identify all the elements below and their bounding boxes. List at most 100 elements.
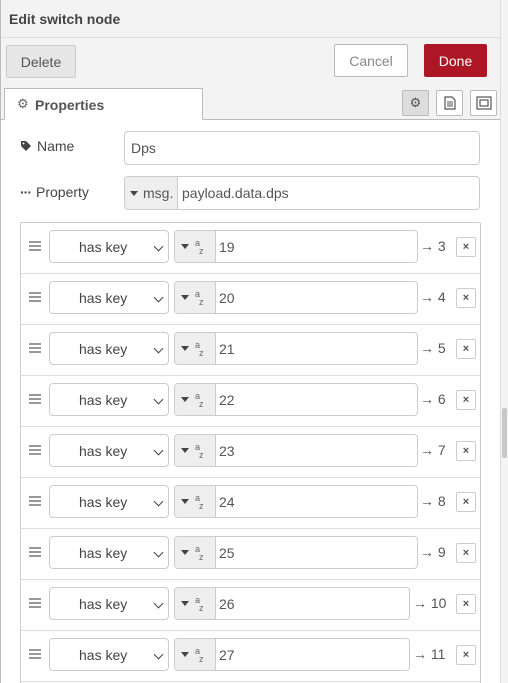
- rule-row: has key az 20 → 4 ×: [21, 274, 480, 325]
- name-input[interactable]: Dps: [124, 131, 480, 165]
- rule-value-input[interactable]: az 21: [174, 332, 418, 365]
- rule-value[interactable]: 26: [216, 596, 235, 612]
- property-type-label: msg.: [143, 185, 174, 201]
- string-type-icon: az: [195, 645, 204, 664]
- string-type-icon: az: [195, 492, 204, 511]
- operator-label: has key: [79, 493, 128, 510]
- rule-output-label: → 10: [413, 595, 447, 611]
- caret-down-icon: [181, 244, 189, 249]
- remove-rule-button[interactable]: ×: [456, 594, 476, 614]
- operator-select[interactable]: has key: [49, 638, 169, 671]
- scrollbar-thumb[interactable]: [502, 408, 507, 458]
- chevron-down-icon: [153, 649, 164, 660]
- rule-row: has key az 22 → 6 ×: [21, 376, 480, 427]
- caret-down-icon: [181, 346, 189, 351]
- done-button[interactable]: Done: [424, 44, 487, 77]
- value-type-select[interactable]: az: [175, 384, 216, 415]
- operator-label: has key: [79, 340, 128, 357]
- rule-output-label: → 5: [420, 340, 446, 356]
- operator-label: has key: [79, 391, 128, 408]
- drag-handle-icon[interactable]: [29, 241, 41, 251]
- remove-rule-button[interactable]: ×: [456, 390, 476, 410]
- drag-handle-icon[interactable]: [29, 598, 41, 608]
- rule-value-input[interactable]: az 26: [174, 587, 410, 620]
- gear-icon: ⚙: [17, 96, 29, 111]
- rule-row: has key az 27 → 11 ×: [21, 631, 480, 682]
- caret-down-icon: [181, 499, 189, 504]
- cancel-button[interactable]: Cancel: [334, 44, 408, 77]
- rule-value-input[interactable]: az 23: [174, 434, 418, 467]
- tag-icon: [21, 141, 31, 151]
- operator-select[interactable]: has key: [49, 485, 169, 518]
- rules-list: has key az 19 → 3 × has key az 20 → 4 × …: [20, 222, 481, 683]
- chevron-down-icon: [153, 292, 164, 303]
- operator-select[interactable]: has key: [49, 536, 169, 569]
- value-type-select[interactable]: az: [175, 486, 216, 517]
- rule-value[interactable]: 25: [216, 545, 235, 561]
- rule-value[interactable]: 20: [216, 290, 235, 306]
- rule-value[interactable]: 24: [216, 494, 235, 510]
- drag-handle-icon[interactable]: [29, 649, 41, 659]
- remove-rule-button[interactable]: ×: [456, 237, 476, 257]
- rule-value-input[interactable]: az 24: [174, 485, 418, 518]
- operator-select[interactable]: has key: [49, 230, 169, 263]
- rule-value-input[interactable]: az 20: [174, 281, 418, 314]
- remove-rule-button[interactable]: ×: [456, 492, 476, 512]
- drag-handle-icon[interactable]: [29, 547, 41, 557]
- close-icon: ×: [462, 547, 470, 559]
- rule-output-label: → 11: [413, 646, 446, 662]
- rule-row: has key az 21 → 5 ×: [21, 325, 480, 376]
- value-type-select[interactable]: az: [175, 639, 216, 670]
- rule-value[interactable]: 23: [216, 443, 235, 459]
- description-tab-button[interactable]: [436, 90, 463, 116]
- drag-handle-icon[interactable]: [29, 343, 41, 353]
- value-type-select[interactable]: az: [175, 231, 216, 262]
- caret-down-icon: [130, 190, 138, 196]
- rule-value-input[interactable]: az 19: [174, 230, 418, 263]
- settings-tab-button[interactable]: ⚙: [402, 90, 429, 116]
- operator-select[interactable]: has key: [49, 434, 169, 467]
- value-type-select[interactable]: az: [175, 588, 216, 619]
- operator-select[interactable]: has key: [49, 332, 169, 365]
- remove-rule-button[interactable]: ×: [456, 543, 476, 563]
- drag-handle-icon[interactable]: [29, 394, 41, 404]
- value-type-select[interactable]: az: [175, 282, 216, 313]
- rule-value[interactable]: 22: [216, 392, 235, 408]
- remove-rule-button[interactable]: ×: [456, 288, 476, 308]
- operator-select[interactable]: has key: [49, 587, 169, 620]
- remove-rule-button[interactable]: ×: [456, 339, 476, 359]
- drag-handle-icon[interactable]: [29, 445, 41, 455]
- appearance-tab-button[interactable]: [470, 90, 497, 116]
- property-value[interactable]: payload.data.dps: [178, 185, 289, 201]
- rule-value-input[interactable]: az 27: [174, 638, 410, 671]
- tray-header: Edit switch node: [1, 0, 501, 38]
- operator-label: has key: [79, 238, 128, 255]
- property-type-select[interactable]: msg.: [125, 177, 178, 209]
- remove-rule-button[interactable]: ×: [456, 441, 476, 461]
- chevron-down-icon: [153, 241, 164, 252]
- remove-rule-button[interactable]: ×: [456, 645, 476, 665]
- name-row-label: Name: [20, 138, 74, 154]
- rule-value[interactable]: 21: [216, 341, 235, 357]
- drag-handle-icon[interactable]: [29, 292, 41, 302]
- scrollbar[interactable]: [500, 0, 508, 683]
- ellipsis-icon: ···: [20, 184, 32, 200]
- chevron-down-icon: [153, 394, 164, 405]
- delete-button[interactable]: Delete: [6, 45, 76, 78]
- property-input[interactable]: msg. payload.data.dps: [124, 176, 480, 210]
- drag-handle-icon[interactable]: [29, 496, 41, 506]
- rule-value-input[interactable]: az 22: [174, 383, 418, 416]
- operator-select[interactable]: has key: [49, 281, 169, 314]
- operator-select[interactable]: has key: [49, 383, 169, 416]
- rule-output-label: → 4: [420, 289, 446, 305]
- close-icon: ×: [462, 445, 470, 457]
- value-type-select[interactable]: az: [175, 333, 216, 364]
- chevron-down-icon: [153, 445, 164, 456]
- tab-properties[interactable]: ⚙ Properties: [4, 88, 203, 120]
- operator-label: has key: [79, 544, 128, 561]
- value-type-select[interactable]: az: [175, 435, 216, 466]
- rule-value[interactable]: 27: [216, 647, 235, 663]
- value-type-select[interactable]: az: [175, 537, 216, 568]
- rule-value-input[interactable]: az 25: [174, 536, 418, 569]
- rule-value[interactable]: 19: [216, 239, 235, 255]
